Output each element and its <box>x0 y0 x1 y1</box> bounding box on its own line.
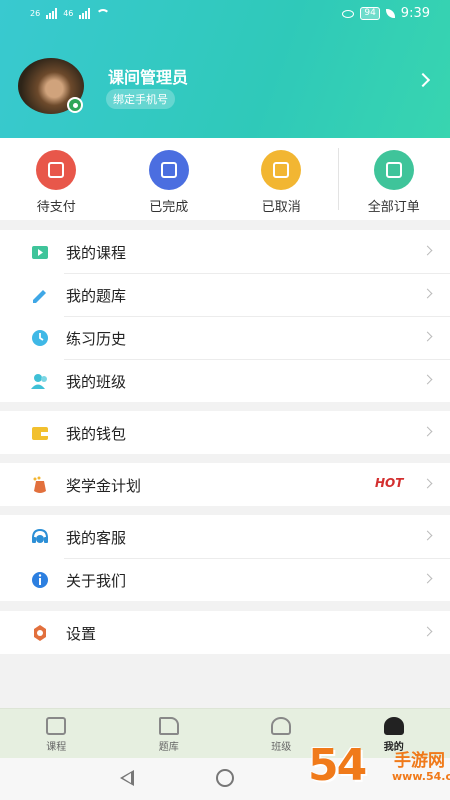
cancel-icon <box>261 150 302 190</box>
chevron-right-icon <box>422 478 433 489</box>
menu-label: 我的题库 <box>66 287 127 305</box>
signal-icon-2 <box>79 8 91 19</box>
watermark-text: 手游网 <box>394 751 445 771</box>
menu-label: 关于我们 <box>66 572 127 590</box>
chevron-right-icon <box>422 288 433 299</box>
menu-item-service[interactable]: 我的客服 <box>0 515 450 558</box>
menu-label: 我的课程 <box>66 244 127 262</box>
status-right: 94 9:39 <box>342 6 430 21</box>
menu-item-about[interactable]: 关于我们 <box>0 558 450 601</box>
profile-header: 26 46 94 9:39 课间管理员 绑定手机号 <box>0 0 450 138</box>
tv-icon <box>32 246 48 259</box>
wallet-yen-icon <box>36 150 77 190</box>
my-page: 26 46 94 9:39 课间管理员 绑定手机号 待支付 已完成 已取消 全部… <box>0 0 450 800</box>
menu-group-settings: 设置 <box>0 611 450 654</box>
menu-item-practice-history[interactable]: 练习历史 <box>0 316 450 359</box>
order-label: 已取消 <box>261 200 301 215</box>
checkmark-icon <box>148 150 189 190</box>
order-label: 待支付 <box>36 200 76 215</box>
tab-question-bank[interactable]: 题库 <box>113 709 226 758</box>
hot-badge: HOT <box>375 476 404 490</box>
headset-icon <box>32 528 48 543</box>
status-time: 9:39 <box>400 6 430 21</box>
tv-icon <box>46 717 67 735</box>
battery-indicator: 94 <box>360 7 380 20</box>
signal-icon <box>46 8 58 19</box>
chevron-right-icon[interactable] <box>415 72 431 88</box>
signal-1-label: 26 <box>30 9 41 18</box>
chevron-right-icon <box>422 626 433 637</box>
menu-label: 我的钱包 <box>66 425 127 443</box>
order-all[interactable]: 全部订单 <box>337 138 450 220</box>
tab-courses[interactable]: 课程 <box>0 709 113 758</box>
menu-item-courses[interactable]: 我的课程 <box>0 230 450 273</box>
pencil-icon <box>158 717 179 735</box>
menu-label: 奖学金计划 <box>66 477 142 495</box>
menu-item-classes[interactable]: 我的班级 <box>0 359 450 402</box>
leaf-icon <box>385 9 395 18</box>
menu-label: 我的班级 <box>66 373 127 391</box>
menu-group-wallet: 我的钱包 <box>0 411 450 454</box>
tab-label: 题库 <box>158 742 179 753</box>
menu-label: 设置 <box>66 625 97 643</box>
menu-group-support: 我的客服 关于我们 <box>0 515 450 601</box>
wifi-icon <box>96 8 111 19</box>
status-bar: 26 46 94 9:39 <box>0 0 450 30</box>
order-label: 全部订单 <box>367 200 420 215</box>
gear-icon <box>34 625 46 641</box>
menu-item-question-bank[interactable]: 我的题库 <box>0 273 450 316</box>
tab-label: 课程 <box>46 742 67 753</box>
back-icon[interactable] <box>120 770 134 786</box>
chevron-right-icon <box>422 331 433 342</box>
signal-2-label: 46 <box>63 9 74 18</box>
chevron-right-icon <box>422 245 433 256</box>
menu-label: 我的客服 <box>66 529 127 547</box>
info-icon <box>32 572 48 588</box>
group-icon <box>31 374 47 389</box>
order-completed[interactable]: 已完成 <box>113 138 226 220</box>
chevron-right-icon <box>422 374 433 385</box>
bind-phone-button[interactable]: 绑定手机号 <box>106 89 175 109</box>
watermark-number: 54 <box>308 740 367 791</box>
order-label: 已完成 <box>149 200 189 215</box>
order-pending[interactable]: 待支付 <box>0 138 113 220</box>
user-badge-icon <box>67 97 83 113</box>
watermark-url: www.54.cn <box>392 770 450 783</box>
chevron-right-icon <box>422 530 433 541</box>
order-shortcuts: 待支付 已完成 已取消 全部订单 <box>0 138 450 220</box>
order-cancelled[interactable]: 已取消 <box>225 138 338 220</box>
profile-row[interactable]: 课间管理员 绑定手机号 <box>18 58 448 118</box>
pencil-icon <box>33 290 46 303</box>
home-icon[interactable] <box>216 769 234 787</box>
eye-icon <box>342 9 355 18</box>
group-icon <box>271 717 292 735</box>
money-bag-icon <box>33 476 46 493</box>
username: 课间管理员 <box>108 68 189 87</box>
clock-icon <box>32 330 48 346</box>
menu-group-scholarship: 奖学金计划 HOT <box>0 463 450 506</box>
menu-label: 练习历史 <box>66 330 127 348</box>
watermark-logo: 54 手游网 www.54.cn <box>308 740 450 798</box>
wallet-icon <box>32 427 48 440</box>
menu-item-wallet[interactable]: 我的钱包 <box>0 411 450 454</box>
chevron-right-icon <box>422 573 433 584</box>
status-left: 26 46 <box>30 8 111 19</box>
chevron-right-icon <box>422 426 433 437</box>
menu-item-scholarship[interactable]: 奖学金计划 HOT <box>0 463 450 506</box>
person-icon <box>383 717 404 735</box>
menu-group-learning: 我的课程 我的题库 练习历史 我的班级 <box>0 230 450 402</box>
menu-item-settings[interactable]: 设置 <box>0 611 450 654</box>
orders-list-icon <box>373 150 414 190</box>
